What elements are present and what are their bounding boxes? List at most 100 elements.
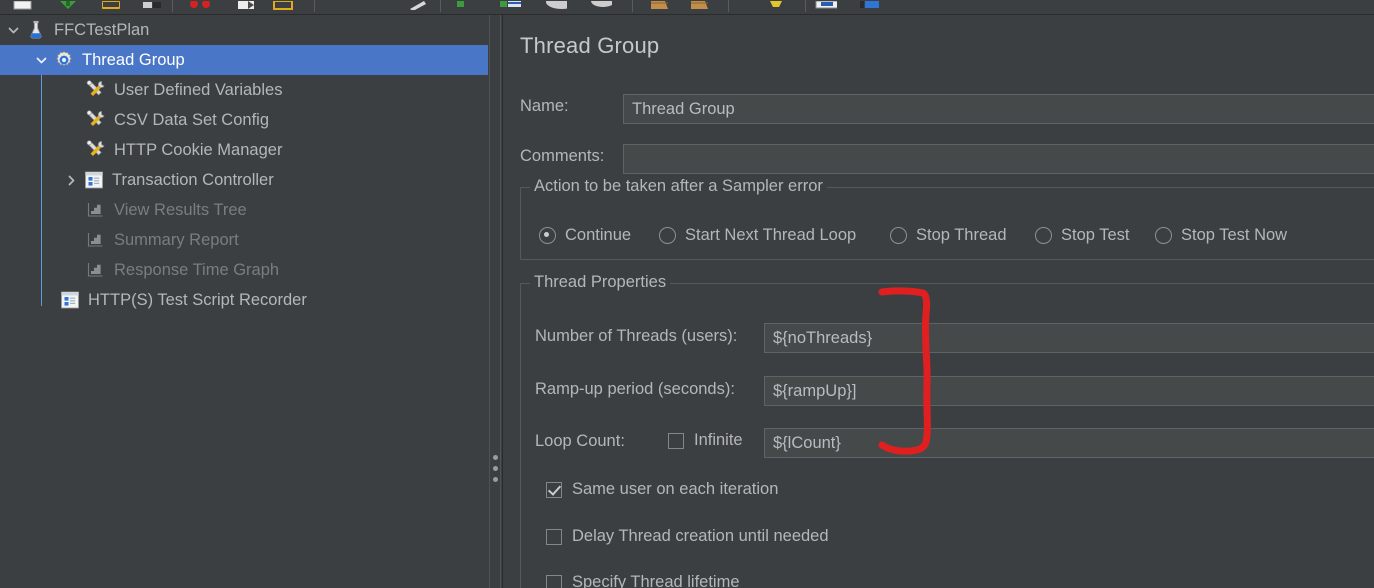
search-icon[interactable] (766, 0, 788, 10)
ramp-up-period-input[interactable] (764, 376, 1374, 406)
checkbox-label: Same user on each iteration (572, 480, 779, 498)
tree-item-ffctestplan[interactable]: FFCTestPlan (0, 15, 488, 45)
sampler-error-groupbox: Action to be taken after a Sampler error (520, 177, 1374, 260)
thread-group-editor: Thread Group Name: Comments: Action to b… (502, 15, 1374, 588)
recorder-icon (58, 289, 82, 311)
radio-start-next-thread-loop[interactable]: Start Next Thread Loop (659, 226, 856, 245)
templates-icon[interactable] (57, 0, 79, 10)
tree-item-http-cookie-manager[interactable]: HTTP Cookie Manager (0, 135, 488, 165)
test-plan-tree[interactable]: FFCTestPlan Thread Group User Defined Va… (0, 15, 488, 588)
tree-item-view-results-tree[interactable]: View Results Tree (0, 195, 488, 225)
name-input[interactable] (623, 94, 1374, 124)
tree-item-label: CSV Data Set Config (114, 110, 269, 129)
tree-item-label: Response Time Graph (114, 260, 280, 279)
radio-indicator (1035, 227, 1052, 244)
shutdown-icon[interactable] (590, 0, 612, 10)
checkbox-indicator (668, 432, 684, 449)
checkbox-indicator (546, 574, 562, 588)
number-of-threads-input[interactable] (764, 323, 1374, 353)
splitter-line (500, 15, 501, 588)
open-icon[interactable] (100, 0, 122, 10)
radio-indicator (890, 227, 907, 244)
radio-indicator (539, 227, 556, 244)
toolbar-separator (314, 0, 315, 12)
test-plan-flask-icon (24, 19, 48, 41)
clear-icon[interactable] (648, 0, 670, 10)
expand-arrow-icon[interactable] (30, 45, 52, 75)
radio-label: Stop Test (1061, 226, 1130, 244)
checkbox-label: Delay Thread creation until needed (572, 527, 829, 545)
radio-indicator (1155, 227, 1172, 244)
help-icon[interactable] (860, 0, 882, 10)
loop-count-input[interactable] (764, 428, 1374, 458)
save-icon[interactable] (188, 0, 210, 10)
radio-label: Stop Test Now (1181, 226, 1288, 244)
number-of-threads-label: Number of Threads (users): (535, 327, 738, 345)
specify-thread-lifetime-checkbox[interactable]: Specify Thread lifetime (546, 573, 740, 588)
main-toolbar[interactable] (0, 0, 1374, 15)
listener-chart-icon (84, 199, 108, 221)
infinite-checkbox[interactable]: Infinite (668, 431, 743, 450)
radio-stop-test[interactable]: Stop Test (1035, 226, 1130, 245)
copy-icon[interactable] (272, 0, 294, 10)
panel-splitter[interactable] (488, 15, 502, 588)
tree-item-transaction-controller[interactable]: Transaction Controller (0, 165, 488, 195)
tree-item-response-time-graph[interactable]: Response Time Graph (0, 255, 488, 285)
cut-icon[interactable] (236, 0, 258, 10)
config-element-tools-icon (84, 139, 108, 161)
radio-indicator (659, 227, 676, 244)
tree-item-label: FFCTestPlan (54, 20, 150, 39)
tree-item-thread-group[interactable]: Thread Group (0, 45, 488, 75)
start-no-pauses-icon[interactable] (500, 0, 522, 10)
thread-properties-legend: Thread Properties (530, 273, 671, 292)
paste-icon[interactable] (410, 0, 432, 10)
splitter-line (489, 15, 490, 588)
tree-item-csv-data-set-config[interactable]: CSV Data Set Config (0, 105, 488, 135)
splitter-grip-dot (493, 466, 498, 471)
tree-item-label: User Defined Variables (114, 80, 283, 99)
sampler-error-legend: Action to be taken after a Sampler error (530, 177, 827, 196)
checkbox-indicator (546, 528, 562, 545)
thread-group-gear-icon (52, 49, 76, 71)
checkbox-indicator (546, 481, 562, 498)
expand-arrow-icon[interactable] (2, 15, 24, 45)
stop-icon[interactable] (545, 0, 567, 10)
tree-item-label: HTTP Cookie Manager (114, 140, 283, 159)
tree-item-user-defined-variables[interactable]: User Defined Variables (0, 75, 488, 105)
same-user-on-each-iteration-checkbox[interactable]: Same user on each iteration (546, 480, 778, 499)
config-element-tools-icon (84, 109, 108, 131)
checkbox-label: Specify Thread lifetime (572, 573, 740, 588)
splitter-grip-dot (493, 455, 498, 460)
radio-label: Continue (565, 226, 632, 244)
function-helper-icon[interactable] (815, 0, 837, 10)
radio-stop-thread[interactable]: Stop Thread (890, 226, 1007, 245)
comments-label: Comments: (520, 147, 605, 165)
tree-item-summary-report[interactable]: Summary Report (0, 225, 488, 255)
config-element-tools-icon (84, 79, 108, 101)
radio-stop-test-now[interactable]: Stop Test Now (1155, 226, 1287, 245)
clear-all-icon[interactable] (688, 0, 710, 10)
tree-item-label: Summary Report (114, 230, 239, 249)
splitter-grip-dot (493, 477, 498, 482)
radio-label: Start Next Thread Loop (685, 226, 857, 244)
listener-chart-icon (84, 229, 108, 251)
radio-continue[interactable]: Continue (539, 226, 631, 245)
page-title: Thread Group (520, 33, 660, 58)
comments-input[interactable] (623, 144, 1374, 174)
toolbar-separator (632, 0, 633, 12)
new-test-plan-icon[interactable] (12, 0, 34, 10)
loop-count-label: Loop Count: (535, 432, 625, 450)
toolbar-separator (172, 0, 173, 12)
collapse-arrow-icon[interactable] (60, 165, 82, 195)
name-label: Name: (520, 97, 569, 115)
toolbar-separator (805, 0, 806, 12)
delay-thread-creation-checkbox[interactable]: Delay Thread creation until needed (546, 527, 829, 546)
tree-item-http-test-script-recorder[interactable]: HTTP(S) Test Script Recorder (0, 285, 488, 315)
ramp-up-period-label: Ramp-up period (seconds): (535, 380, 735, 398)
toolbar-separator (728, 0, 729, 12)
radio-label: Stop Thread (916, 226, 1007, 244)
tree-item-label: Transaction Controller (112, 170, 274, 189)
close-icon[interactable] (141, 0, 163, 10)
toolbar-separator (440, 0, 441, 12)
start-icon[interactable] (455, 0, 477, 10)
